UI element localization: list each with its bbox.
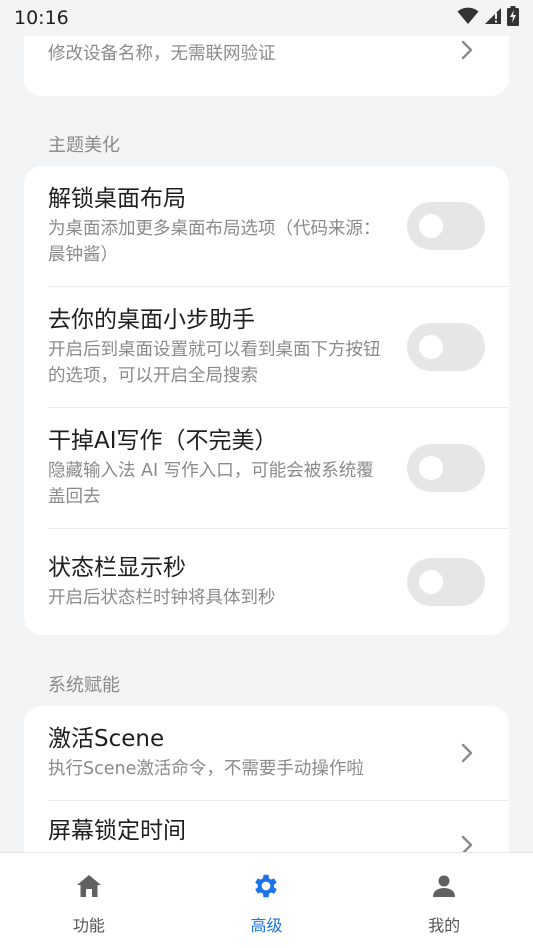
chevron-right-icon	[459, 742, 475, 764]
device-name-desc: 修改设备名称，无需联网验证	[48, 44, 276, 64]
section-label-system: 系统赋能	[48, 675, 120, 696]
toggle-row-step-assistant[interactable]: 去你的桌面小步助手 开启后到桌面设置就可以看到桌面下方按钮的选项，可以开启全局搜…	[24, 286, 509, 407]
chevron-right-icon	[459, 834, 475, 852]
section-label-theme: 主题美化	[48, 135, 120, 156]
row-title: 屏幕锁定时间	[48, 818, 186, 844]
row-title: 激活Scene	[48, 726, 165, 752]
nav-item-profile[interactable]: 我的	[374, 853, 514, 948]
toggle-row-unlock-layout[interactable]: 解锁桌面布局 为桌面添加更多桌面布局选项（代码来源：晨钟酱）	[24, 166, 509, 286]
row-title: 去你的桌面小步助手	[48, 306, 255, 333]
gear-icon	[251, 871, 281, 901]
row-desc: 执行Scene激活命令，不需要手动操作啦	[48, 759, 364, 779]
row-title: 解锁桌面布局	[48, 186, 186, 212]
row-desc: 为桌面添加更多桌面布局选项（代码来源：晨钟酱）	[48, 219, 381, 265]
toggle-knob	[419, 334, 443, 359]
row-activate-scene[interactable]: 激活Scene 执行Scene激活命令，不需要手动操作啦	[24, 706, 509, 800]
toggle-knob	[419, 455, 443, 480]
toggle-knob	[419, 569, 443, 594]
status-time: 10:16	[14, 7, 69, 29]
statusbar-seconds-toggle[interactable]	[407, 557, 485, 606]
nav-label: 我的	[428, 916, 461, 935]
row-title: 干掉AI写作（不完美）	[48, 427, 278, 454]
home-icon	[74, 871, 104, 901]
status-bar: 10:16	[0, 0, 533, 36]
theme-card: 解锁桌面布局 为桌面添加更多桌面布局选项（代码来源：晨钟酱） 去你的桌面小步助手…	[24, 166, 509, 635]
battery-charging-icon	[507, 6, 519, 30]
wifi-icon	[457, 7, 479, 29]
system-card: 激活Scene 执行Scene激活命令，不需要手动操作啦 屏幕锁定时间	[24, 706, 509, 852]
settings-scroll-area[interactable]: 手机设备名（无需验证） 修改设备名称，无需联网验证 主题美化 解锁桌面布局 为桌…	[0, 0, 533, 852]
unlock-layout-toggle[interactable]	[407, 202, 485, 250]
cellular-signal-icon	[484, 7, 502, 29]
row-desc: 开启后到桌面设置就可以看到桌面下方按钮的选项，可以开启全局搜索	[48, 339, 381, 386]
nav-item-features[interactable]: 功能	[19, 853, 159, 948]
chevron-right-icon	[459, 39, 475, 61]
row-desc: 隐藏输入法 AI 写作入口，可能会被系统覆盖回去	[48, 460, 374, 507]
toggle-row-ai-writing[interactable]: 干掉AI写作（不完美） 隐藏输入法 AI 写作入口，可能会被系统覆盖回去	[24, 407, 509, 528]
person-icon	[429, 871, 459, 901]
toggle-row-statusbar-seconds[interactable]: 状态栏显示秒 开启后状态栏时钟将具体到秒	[24, 528, 509, 635]
step-assistant-toggle[interactable]	[407, 322, 485, 371]
toggle-knob	[419, 214, 443, 238]
row-screen-lock-time[interactable]: 屏幕锁定时间	[24, 800, 509, 852]
bottom-nav: 功能 高级 我的	[0, 852, 533, 948]
row-desc: 开启后状态栏时钟将具体到秒	[48, 587, 276, 608]
ai-writing-toggle[interactable]	[407, 443, 485, 492]
row-title: 状态栏显示秒	[48, 554, 186, 581]
nav-item-advanced[interactable]: 高级	[196, 853, 336, 948]
nav-label: 功能	[72, 916, 105, 935]
nav-label: 高级	[250, 916, 283, 935]
